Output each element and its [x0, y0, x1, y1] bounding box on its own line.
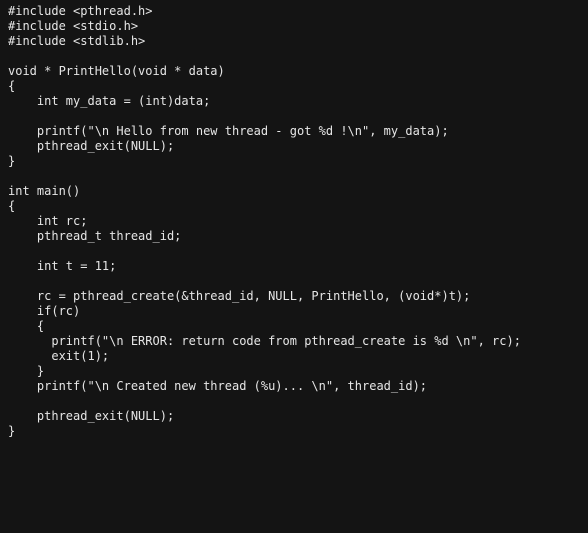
code-line: int t = 11;	[8, 259, 117, 273]
code-line: printf("\n ERROR: return code from pthre…	[8, 334, 521, 348]
code-line: #include <stdlib.h>	[8, 34, 146, 48]
code-line: pthread_exit(NULL);	[8, 409, 175, 423]
code-line: exit(1);	[8, 349, 110, 363]
code-line: int main()	[8, 184, 81, 198]
code-line: }	[8, 154, 16, 168]
code-line: }	[8, 364, 45, 378]
code-line: #include <pthread.h>	[8, 4, 153, 18]
code-line: printf("\n Hello from new thread - got %…	[8, 124, 449, 138]
code-line: pthread_t thread_id;	[8, 229, 182, 243]
code-line: #include <stdio.h>	[8, 19, 139, 33]
code-line: pthread_exit(NULL);	[8, 139, 175, 153]
code-line: printf("\n Created new thread (%u)... \n…	[8, 379, 428, 393]
code-editor-viewport[interactable]: #include <pthread.h> #include <stdio.h> #i…	[0, 0, 588, 533]
code-line: {	[8, 199, 16, 213]
code-line: }	[8, 424, 16, 438]
code-line: void * PrintHello(void * data)	[8, 64, 225, 78]
code-listing[interactable]: #include <pthread.h> #include <stdio.h> #i…	[0, 4, 588, 439]
code-line: {	[8, 319, 45, 333]
code-line: if(rc)	[8, 304, 81, 318]
code-line: rc = pthread_create(&thread_id, NULL, Pr…	[8, 289, 471, 303]
code-line: int rc;	[8, 214, 88, 228]
code-line: {	[8, 79, 16, 93]
code-line: int my_data = (int)data;	[8, 94, 211, 108]
